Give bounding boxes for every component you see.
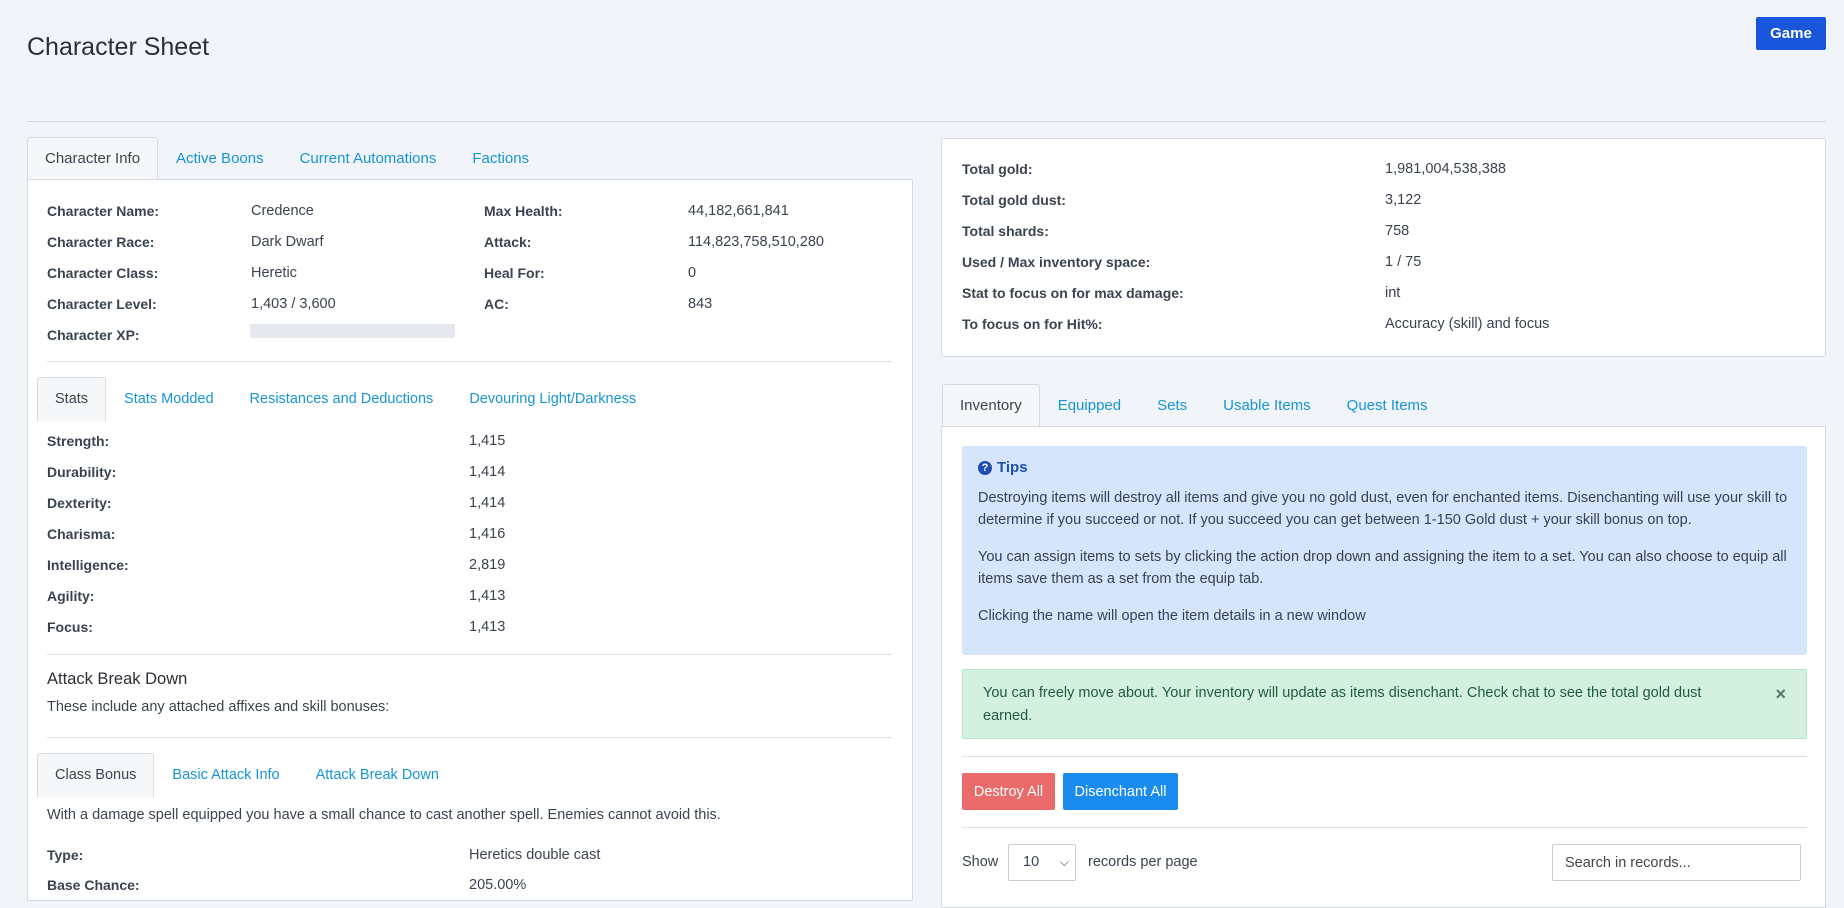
summary-value: 3,122 [1385,192,1422,208]
show-label: Show [962,854,999,870]
summary-value: 1,981,004,538,388 [1385,161,1506,177]
alert-text: You can freely move about. Your inventor… [983,685,1702,724]
character-name-value: Credence [251,203,314,219]
character-name-label: Character Name: [47,203,160,219]
character-race-label: Character Race: [47,234,155,250]
type-value: Heretics double cast [469,847,601,863]
tips-paragraph: Clicking the name will open the item det… [978,608,1366,624]
stat-label: Strength: [47,433,110,449]
tab-current-automations[interactable]: Current Automations [282,137,455,181]
character-tabs: Character Info Active Boons Current Auto… [27,137,547,181]
base-chance-value: 205.00% [469,877,527,893]
stat-value: 1,415 [469,433,506,449]
summary-label: Total gold dust: [962,192,1066,208]
tab-stats-modded[interactable]: Stats Modded [106,377,231,421]
disenchant-all-button[interactable]: Disenchant All [1063,773,1178,810]
tab-devouring-light[interactable]: Devouring Light/Darkness [451,377,654,421]
tab-class-bonus[interactable]: Class Bonus [37,753,155,797]
summary-value: 1 / 75 [1385,254,1422,270]
summary-value: int [1385,285,1401,301]
tab-factions[interactable]: Factions [454,137,547,181]
tab-resistances[interactable]: Resistances and Deductions [232,377,452,421]
divider [47,737,892,738]
tab-usable-items[interactable]: Usable Items [1205,384,1329,428]
inventory-tabs: Inventory Equipped Sets Usable Items Que… [942,384,1446,428]
page-size-select[interactable]: 10 ⌵ [1008,844,1076,881]
character-class-label: Character Class: [47,265,159,281]
divider [962,756,1807,757]
divider [47,654,892,655]
base-chance-label: Base Chance: [47,877,140,893]
stat-value: 1,414 [469,464,506,480]
summary-label: Total shards: [962,223,1049,239]
tips-box: ? Tips Destroying items will destroy all… [962,446,1807,655]
stat-value: 1,416 [469,526,506,542]
chevron-down-icon: ⌵ [1059,855,1069,869]
header-divider [27,121,1826,122]
records-per-page-label: records per page [1088,854,1198,870]
summary-value: 758 [1385,223,1410,239]
max-health-label: Max Health: [484,203,563,219]
stat-label: Charisma: [47,526,116,542]
class-bonus-description: With a damage spell equipped you have a … [47,807,721,823]
stat-label: Durability: [47,464,117,480]
stat-label: Dexterity: [47,495,112,511]
tips-paragraph: You can assign items to sets by clicking… [978,549,1787,587]
character-class-value: Heretic [251,265,297,281]
summary-value: Accuracy (skill) and focus [1385,316,1550,332]
stat-value: 1,414 [469,495,506,511]
heal-value: 0 [688,265,697,281]
tips-title: Tips [997,459,1028,476]
tips-heading: ? Tips [978,459,1028,476]
divider [962,827,1807,828]
close-icon[interactable]: × [1775,684,1786,705]
stats-tabs: Stats Stats Modded Resistances and Deduc… [37,377,654,421]
character-xp-label: Character XP: [47,327,140,343]
page-title: Character Sheet [27,33,210,61]
tab-attack-break-down[interactable]: Attack Break Down [298,753,457,797]
tips-paragraph: Destroying items will destroy all items … [978,490,1788,528]
success-alert: You can freely move about. Your inventor… [962,669,1807,739]
character-level-value: 1,403 / 3,600 [251,296,336,312]
type-label: Type: [47,847,84,863]
game-button[interactable]: Game [1756,17,1826,50]
stat-value: 2,819 [469,557,506,573]
destroy-all-button[interactable]: Destroy All [962,773,1055,810]
page-size-value: 10 [1023,854,1040,870]
heal-label: Heal For: [484,265,545,281]
stat-label: Agility: [47,588,95,604]
summary-label: Used / Max inventory space: [962,254,1151,270]
tab-stats[interactable]: Stats [37,377,107,421]
stat-label: Intelligence: [47,557,129,573]
tab-inventory[interactable]: Inventory [942,384,1040,428]
tab-quest-items[interactable]: Quest Items [1329,384,1446,428]
question-circle-icon: ? [978,460,992,475]
xp-progress-bar [250,324,455,338]
attack-breakdown-subtitle: These include any attached affixes and s… [47,699,390,715]
summary-label: Stat to focus on for max damage: [962,285,1184,301]
ac-label: AC: [484,296,509,312]
search-input[interactable] [1552,844,1801,881]
character-level-label: Character Level: [47,296,157,312]
stat-value: 1,413 [469,588,506,604]
tab-equipped[interactable]: Equipped [1040,384,1139,428]
ac-value: 843 [688,296,713,312]
class-tabs: Class Bonus Basic Attack Info Attack Bre… [37,753,457,797]
summary-label: Total gold: [962,161,1033,177]
max-health-value: 44,182,661,841 [688,203,789,219]
tab-character-info[interactable]: Character Info [27,137,159,181]
attack-value: 114,823,758,510,280 [688,234,825,250]
attack-label: Attack: [484,234,532,250]
attack-breakdown-heading: Attack Break Down [47,670,188,688]
tab-basic-attack-info[interactable]: Basic Attack Info [154,753,297,797]
stat-label: Focus: [47,619,93,635]
summary-label: To focus on for Hit%: [962,316,1103,332]
tab-active-boons[interactable]: Active Boons [158,137,282,181]
character-race-value: Dark Dwarf [251,234,324,250]
tab-sets[interactable]: Sets [1139,384,1205,428]
divider [47,361,892,362]
stat-value: 1,413 [469,619,506,635]
